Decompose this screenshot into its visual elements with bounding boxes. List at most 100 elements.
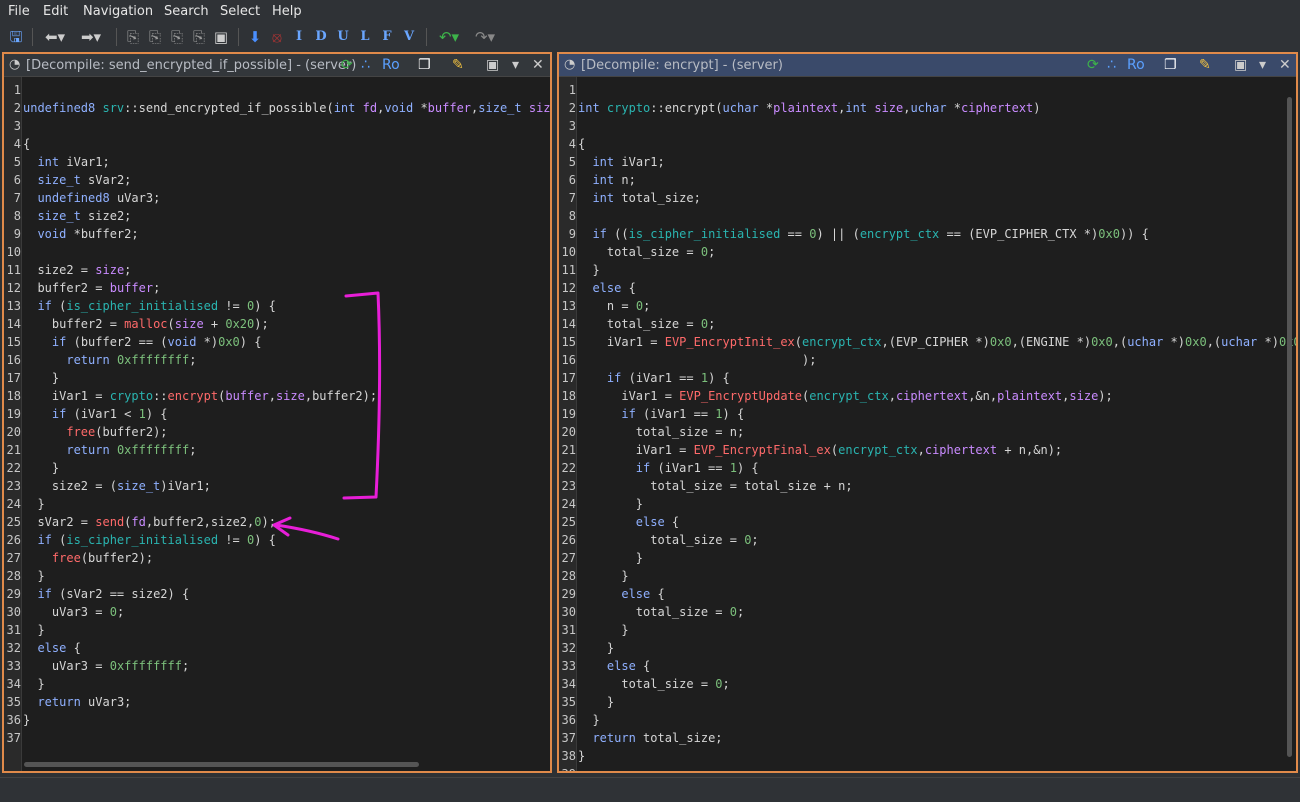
- code-line[interactable]: 23 size2 = (size_t)iVar1;: [4, 477, 550, 495]
- code-line[interactable]: 6 int n;: [559, 171, 1296, 189]
- code-line[interactable]: 18 iVar1 = EVP_EncryptUpdate(encrypt_ctx…: [559, 387, 1296, 405]
- code-line[interactable]: 14 total_size = 0;: [559, 315, 1296, 333]
- read-only-button[interactable]: Ro: [382, 56, 400, 74]
- code-line[interactable]: 31 }: [559, 621, 1296, 639]
- code-line[interactable]: 28 }: [559, 567, 1296, 585]
- code-line[interactable]: 13 if (is_cipher_initialised != 0) {: [4, 297, 550, 315]
- close-icon[interactable]: ✕: [1279, 56, 1291, 74]
- code-line[interactable]: 16 return 0xffffffff;: [4, 351, 550, 369]
- code-line[interactable]: 9 if ((is_cipher_initialised == 0) || (e…: [559, 225, 1296, 243]
- code-line[interactable]: 5 int iVar1;: [4, 153, 550, 171]
- refresh-icon[interactable]: ⟳: [1087, 56, 1099, 74]
- code-line[interactable]: 36 }: [559, 711, 1296, 729]
- tb-letter-i[interactable]: I: [292, 27, 306, 47]
- menu-edit[interactable]: Edit: [43, 4, 68, 19]
- code-line[interactable]: 10 total_size = 0;: [559, 243, 1296, 261]
- code-line[interactable]: 31 }: [4, 621, 550, 639]
- code-line[interactable]: 4{: [559, 135, 1296, 153]
- code-line[interactable]: 37: [4, 729, 550, 747]
- code-line[interactable]: 5 int iVar1;: [559, 153, 1296, 171]
- paste-icon[interactable]: ⎘: [146, 27, 164, 47]
- code-line[interactable]: 39: [559, 765, 1296, 771]
- code-line[interactable]: 6 size_t sVar2;: [4, 171, 550, 189]
- code-line[interactable]: 20 free(buffer2);: [4, 423, 550, 441]
- code-line[interactable]: 19 if (iVar1 < 1) {: [4, 405, 550, 423]
- code-line[interactable]: 21 iVar1 = EVP_EncryptFinal_ex(encrypt_c…: [559, 441, 1296, 459]
- code-line[interactable]: 4{: [4, 135, 550, 153]
- close-icon[interactable]: ✕: [532, 56, 544, 74]
- copy-icon[interactable]: ❐: [418, 56, 431, 74]
- snapshot-icon[interactable]: ▣: [486, 56, 499, 74]
- code-line[interactable]: 17 }: [4, 369, 550, 387]
- clipboard-icon[interactable]: ⎘: [168, 27, 186, 47]
- code-line[interactable]: 7 int total_size;: [559, 189, 1296, 207]
- code-line[interactable]: 24 }: [4, 495, 550, 513]
- menu-select[interactable]: Select: [220, 4, 260, 19]
- code-line[interactable]: 3: [4, 117, 550, 135]
- code-line[interactable]: 21 return 0xffffffff;: [4, 441, 550, 459]
- code-line[interactable]: 19 if (iVar1 == 1) {: [559, 405, 1296, 423]
- menu-dropdown-icon[interactable]: ▾: [512, 56, 519, 74]
- code-line[interactable]: 7 undefined8 uVar3;: [4, 189, 550, 207]
- code-line[interactable]: 22 if (iVar1 == 1) {: [559, 459, 1296, 477]
- code-line[interactable]: 38}: [559, 747, 1296, 765]
- code-line[interactable]: 30 uVar3 = 0;: [4, 603, 550, 621]
- code-line[interactable]: 25 sVar2 = send(fd,buffer2,size2,0);: [4, 513, 550, 531]
- code-line[interactable]: 13 n = 0;: [559, 297, 1296, 315]
- code-line[interactable]: 15 iVar1 = EVP_EncryptInit_ex(encrypt_ct…: [559, 333, 1296, 351]
- clipboard-icon[interactable]: ⎘: [190, 27, 208, 47]
- undo-icon[interactable]: ↶▾: [434, 27, 464, 47]
- edit-icon[interactable]: ✎: [1199, 56, 1211, 74]
- code-line[interactable]: 3: [559, 117, 1296, 135]
- code-line[interactable]: 24 }: [559, 495, 1296, 513]
- code-line[interactable]: 33 uVar3 = 0xffffffff;: [4, 657, 550, 675]
- code-line[interactable]: 20 total_size = n;: [559, 423, 1296, 441]
- tb-letter-v[interactable]: V: [402, 27, 416, 47]
- read-only-button[interactable]: Ro: [1127, 56, 1145, 74]
- code-line[interactable]: 8 size_t size2;: [4, 207, 550, 225]
- code-line[interactable]: 27 free(buffer2);: [4, 549, 550, 567]
- menu-search[interactable]: Search: [164, 4, 209, 19]
- code-listing[interactable]: 1 2 undefined8 srv::send_encrypted_if_poss…: [4, 77, 550, 771]
- code-line[interactable]: 15 if (buffer2 == (void *)0x0) {: [4, 333, 550, 351]
- tb-letter-u[interactable]: U: [336, 27, 350, 47]
- code-line[interactable]: 29 else {: [559, 585, 1296, 603]
- vertical-scrollbar[interactable]: [1287, 97, 1292, 757]
- code-line[interactable]: 2 undefined8 srv::send_encrypted_if_possi…: [4, 99, 550, 117]
- menu-help[interactable]: Help: [272, 4, 302, 19]
- code-line[interactable]: 11 }: [559, 261, 1296, 279]
- snapshot-icon[interactable]: ▣: [1234, 56, 1247, 74]
- code-line[interactable]: 27 }: [559, 549, 1296, 567]
- code-line[interactable]: 33 else {: [559, 657, 1296, 675]
- copy-icon[interactable]: ⎘: [124, 27, 142, 47]
- code-listing[interactable]: 1 2 int crypto::encrypt(uchar *plaintext,i…: [559, 77, 1296, 771]
- code-line[interactable]: 35 return uVar3;: [4, 693, 550, 711]
- horizontal-scrollbar[interactable]: [24, 762, 419, 767]
- code-line[interactable]: 29 if (sVar2 == size2) {: [4, 585, 550, 603]
- code-line[interactable]: 12 else {: [559, 279, 1296, 297]
- snapshot-icon[interactable]: ▣: [212, 27, 230, 47]
- code-line[interactable]: 17 if (iVar1 == 1) {: [559, 369, 1296, 387]
- code-line[interactable]: 18 iVar1 = crypto::encrypt(buffer,size,b…: [4, 387, 550, 405]
- menu-file[interactable]: File: [8, 4, 30, 19]
- code-line[interactable]: 22 }: [4, 459, 550, 477]
- copy-icon[interactable]: ❐: [1164, 56, 1177, 74]
- code-line[interactable]: 9 void *buffer2;: [4, 225, 550, 243]
- code-line[interactable]: 34 total_size = 0;: [559, 675, 1296, 693]
- code-line[interactable]: 16 );: [559, 351, 1296, 369]
- code-line[interactable]: 12 buffer2 = buffer;: [4, 279, 550, 297]
- code-line[interactable]: 25 else {: [559, 513, 1296, 531]
- code-line[interactable]: 26 if (is_cipher_initialised != 0) {: [4, 531, 550, 549]
- code-line[interactable]: 2 int crypto::encrypt(uchar *plaintext,in…: [559, 99, 1296, 117]
- down-arrow-icon[interactable]: ⬇: [246, 27, 264, 47]
- code-line[interactable]: 32 else {: [4, 639, 550, 657]
- code-line[interactable]: 14 buffer2 = malloc(size + 0x20);: [4, 315, 550, 333]
- code-line[interactable]: 23 total_size = total_size + n;: [559, 477, 1296, 495]
- code-line[interactable]: 37 return total_size;: [559, 729, 1296, 747]
- stop-icon[interactable]: ⦻: [268, 27, 286, 47]
- tb-letter-l[interactable]: L: [358, 27, 372, 47]
- save-icon[interactable]: 🖫: [7, 27, 25, 47]
- redo-icon[interactable]: ↷▾: [470, 27, 500, 47]
- code-line[interactable]: 26 total_size = 0;: [559, 531, 1296, 549]
- code-line[interactable]: 1: [4, 81, 550, 99]
